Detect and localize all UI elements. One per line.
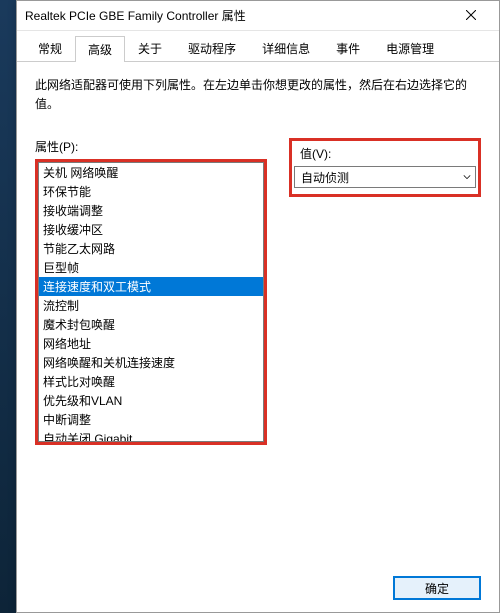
tab-3[interactable]: 驱动程序 <box>175 35 249 61</box>
titlebar: Realtek PCIe GBE Family Controller 属性 <box>17 1 499 31</box>
ok-button[interactable]: 确定 <box>393 576 481 600</box>
tab-4[interactable]: 详细信息 <box>249 35 323 61</box>
properties-dialog: Realtek PCIe GBE Family Controller 属性 常规… <box>16 0 500 613</box>
property-item[interactable]: 优先级和VLAN <box>39 391 263 410</box>
tab-6[interactable]: 电源管理 <box>373 35 447 61</box>
property-item[interactable]: 样式比对唤醒 <box>39 372 263 391</box>
property-item[interactable]: 节能乙太网路 <box>39 239 263 258</box>
property-item[interactable]: 魔术封包唤醒 <box>39 315 263 334</box>
property-item[interactable]: 接收缓冲区 <box>39 220 263 239</box>
dialog-button-row: 确定 <box>393 576 481 600</box>
property-item[interactable]: 接收端调整 <box>39 201 263 220</box>
value-column: 值(V): 自动侦测 <box>289 138 481 445</box>
close-icon <box>466 9 476 23</box>
property-listbox[interactable]: 关机 网络唤醒环保节能接收端调整接收缓冲区节能乙太网路巨型帧连接速度和双工模式流… <box>38 162 264 442</box>
property-item[interactable]: 网络唤醒和关机连接速度 <box>39 353 263 372</box>
property-value-row: 属性(P): 关机 网络唤醒环保节能接收端调整接收缓冲区节能乙太网路巨型帧连接速… <box>35 138 481 445</box>
property-label: 属性(P): <box>35 138 267 155</box>
desktop-left-edge <box>0 0 16 613</box>
property-item[interactable]: 网络地址 <box>39 334 263 353</box>
tab-2[interactable]: 关于 <box>125 35 175 61</box>
value-selected-text: 自动侦测 <box>301 169 349 186</box>
value-dropdown[interactable]: 自动侦测 <box>294 166 476 188</box>
property-listbox-highlight: 关机 网络唤醒环保节能接收端调整接收缓冲区节能乙太网路巨型帧连接速度和双工模式流… <box>35 159 267 445</box>
property-item[interactable]: 关机 网络唤醒 <box>39 163 263 182</box>
tab-1[interactable]: 高级 <box>75 36 125 62</box>
instruction-text: 此网络适配器可使用下列属性。在左边单击你想更改的属性，然后在右边选择它的值。 <box>35 76 481 114</box>
tab-0[interactable]: 常规 <box>25 35 75 61</box>
chevron-down-icon <box>463 170 471 184</box>
tab-content-advanced: 此网络适配器可使用下列属性。在左边单击你想更改的属性，然后在右边选择它的值。 属… <box>17 62 499 612</box>
tab-5[interactable]: 事件 <box>323 35 373 61</box>
property-item[interactable]: 流控制 <box>39 296 263 315</box>
ok-button-label: 确定 <box>425 580 449 597</box>
value-label: 值(V): <box>300 145 470 162</box>
tab-strip: 常规高级关于驱动程序详细信息事件电源管理 <box>17 31 499 62</box>
property-item[interactable]: 自动关闭 Gigabit <box>39 429 263 442</box>
close-button[interactable] <box>451 2 491 30</box>
value-highlight: 值(V): 自动侦测 <box>289 138 481 197</box>
property-item[interactable]: 巨型帧 <box>39 258 263 277</box>
property-column: 属性(P): 关机 网络唤醒环保节能接收端调整接收缓冲区节能乙太网路巨型帧连接速… <box>35 138 267 445</box>
property-item[interactable]: 连接速度和双工模式 <box>39 277 263 296</box>
property-item[interactable]: 环保节能 <box>39 182 263 201</box>
property-item[interactable]: 中断调整 <box>39 410 263 429</box>
window-title: Realtek PCIe GBE Family Controller 属性 <box>25 7 451 24</box>
